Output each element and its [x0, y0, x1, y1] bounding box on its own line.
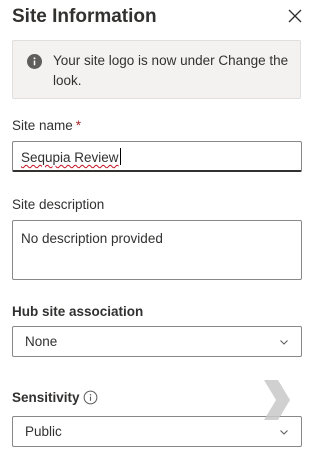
sensitivity-selected-value: Public: [25, 424, 62, 439]
info-circle-icon[interactable]: [83, 390, 98, 405]
site-name-value: Sequpia Review: [21, 150, 119, 165]
sensitivity-label: Sensitivity: [12, 390, 80, 405]
info-message-bar: Your site logo is now under Change the l…: [12, 40, 301, 99]
site-name-input[interactable]: Sequpia Review: [12, 141, 302, 172]
hub-site-association-label: Hub site association: [12, 304, 144, 319]
site-description-label: Site description: [12, 197, 105, 212]
info-icon: [27, 54, 42, 69]
info-message-text: Your site logo is now under Change the l…: [53, 53, 289, 88]
close-button[interactable]: [284, 5, 306, 27]
site-information-panel: Site Information Your site logo is now u…: [0, 0, 319, 461]
site-description-value: No description provided: [21, 231, 163, 246]
watermark-chevron-icon: [264, 380, 290, 420]
site-name-label: Site name *: [12, 118, 82, 133]
sensitivity-dropdown[interactable]: Public: [12, 416, 302, 447]
close-icon: [288, 9, 302, 23]
panel-title: Site Information: [12, 6, 157, 27]
hub-site-selected-value: None: [25, 334, 58, 349]
text-caret: [119, 148, 121, 165]
chevron-down-icon: [280, 340, 288, 345]
chevron-down-icon: [280, 430, 288, 435]
hub-site-association-dropdown[interactable]: None: [12, 326, 302, 357]
required-asterisk: *: [75, 118, 82, 133]
site-description-textarea[interactable]: No description provided: [12, 220, 302, 280]
